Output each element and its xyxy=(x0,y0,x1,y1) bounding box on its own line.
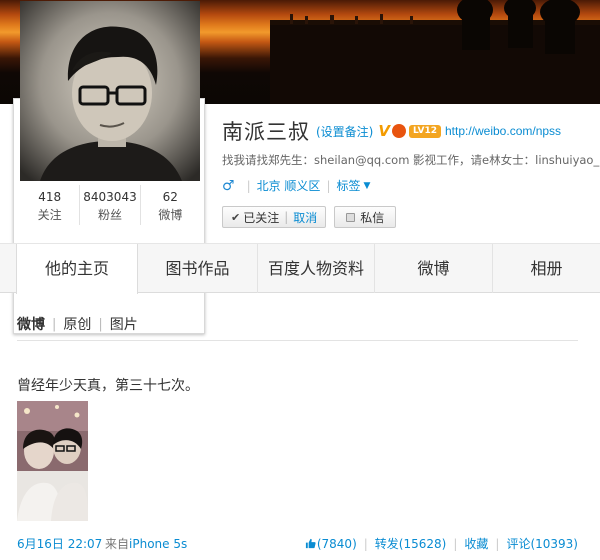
post-source: 来自iPhone 5s xyxy=(105,535,187,552)
post-text: 曾经年少天真，第三十七次。 xyxy=(17,378,199,394)
profile-tabs: 他的主页 图书作品 百度人物资料 微博 相册 xyxy=(0,243,600,294)
filter-original[interactable]: 原创 xyxy=(63,314,91,334)
feed-divider xyxy=(17,340,578,341)
divider: | xyxy=(363,536,368,551)
post-actions: (7840) | 转发(15628) | 收藏 | 评论(10393) xyxy=(305,535,578,552)
divider: | xyxy=(495,536,500,551)
follow-status-button[interactable]: ✔ 已关注 | 取消 xyxy=(222,206,327,228)
divider: | xyxy=(98,316,103,332)
avatar[interactable] xyxy=(20,1,200,181)
divider: | xyxy=(52,316,57,332)
tab-home[interactable]: 他的主页 xyxy=(16,244,138,294)
favorite-button[interactable]: 收藏 xyxy=(464,535,488,552)
post-timestamp[interactable]: 6月16日 22:07 xyxy=(17,535,102,552)
post-image[interactable] xyxy=(17,401,88,521)
stat-followers-count: 8403043 xyxy=(83,190,137,204)
stat-posts[interactable]: 62 微博 xyxy=(141,185,200,225)
verified-v-icon[interactable]: V xyxy=(378,122,390,140)
tab-weibo[interactable]: 微博 xyxy=(375,244,493,293)
vip-icon[interactable] xyxy=(391,124,406,138)
stat-following-count: 418 xyxy=(38,190,62,204)
user-name: 南派三叔 xyxy=(222,120,310,144)
stat-following[interactable]: 418 关注 xyxy=(20,185,81,225)
location-link[interactable]: 北京 顺义区 xyxy=(257,177,321,194)
stat-followers[interactable]: 8403043 粉丝 xyxy=(80,185,141,225)
tab-album[interactable]: 相册 xyxy=(493,244,600,293)
tab-baidu-profile[interactable]: 百度人物资料 xyxy=(258,244,375,293)
meta-row: ♂ | 北京 顺义区 | 标签 ▼ xyxy=(222,177,370,194)
profile-url-link[interactable]: http://weibo.com/npss xyxy=(445,124,561,138)
male-icon: ♂ xyxy=(222,177,235,194)
unfollow-link[interactable]: 取消 xyxy=(293,209,317,226)
followed-label: 已关注 xyxy=(243,210,280,225)
message-icon xyxy=(346,212,356,222)
tab-books[interactable]: 图书作品 xyxy=(138,244,258,293)
tags-dropdown[interactable]: 标签 xyxy=(336,177,360,194)
post-footer: 6月16日 22:07 来自iPhone 5s (7840) | 转发(1562… xyxy=(17,535,578,552)
check-icon: ✔ xyxy=(231,210,241,224)
post-source-app-link[interactable]: iPhone 5s xyxy=(129,537,187,551)
caret-down-icon[interactable]: ▼ xyxy=(364,181,371,191)
post-source-prefix: 来自 xyxy=(105,537,130,551)
private-message-label: 私信 xyxy=(360,210,385,225)
profile-header: 418 关注 8403043 粉丝 62 微博 南派三叔 (设置备注) V LV… xyxy=(0,1,600,334)
set-remark-link[interactable]: (设置备注) xyxy=(316,123,373,140)
divider: | xyxy=(246,178,251,193)
stat-posts-count: 62 xyxy=(162,190,178,204)
user-bio: 找我请找郑先生：sheilan@qq.com 影视工作，请e林女士：linshu… xyxy=(222,153,600,167)
stat-followers-label: 粉丝 xyxy=(97,208,122,222)
like-count: (7840) xyxy=(316,536,357,551)
level-badge[interactable]: LV12 xyxy=(408,124,441,138)
comment-button[interactable]: 评论(10393) xyxy=(506,535,578,552)
filter-all-weibo[interactable]: 微博 xyxy=(17,314,45,334)
thumbs-up-icon xyxy=(305,538,316,548)
feed-filter: 微博 | 原创 | 图片 xyxy=(17,314,138,334)
action-row: ✔ 已关注 | 取消 私信 xyxy=(222,206,397,228)
stat-posts-label: 微博 xyxy=(158,208,183,222)
divider: | xyxy=(284,210,289,224)
name-row: 南派三叔 (设置备注) V LV12 http://weibo.com/npss xyxy=(222,118,561,144)
like-button[interactable]: (7840) xyxy=(305,537,357,551)
private-message-button[interactable]: 私信 xyxy=(334,206,397,228)
stat-following-label: 关注 xyxy=(37,208,62,222)
repost-button[interactable]: 转发(15628) xyxy=(375,535,447,552)
avatar-card: 418 关注 8403043 粉丝 62 微博 xyxy=(13,1,205,334)
profile-stats: 418 关注 8403043 粉丝 62 微博 xyxy=(20,185,200,225)
divider: | xyxy=(326,178,331,193)
divider: | xyxy=(453,536,458,551)
filter-pictures[interactable]: 图片 xyxy=(110,314,138,334)
